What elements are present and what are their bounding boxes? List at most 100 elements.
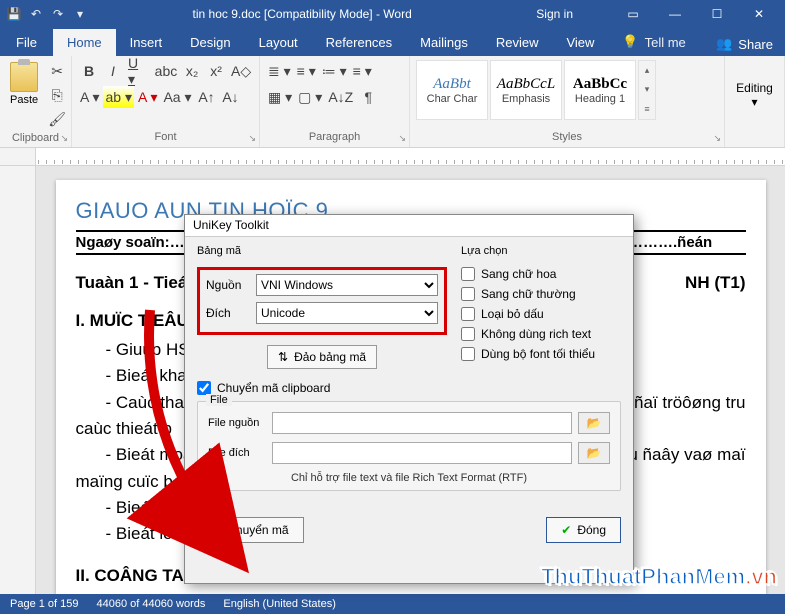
group-clipboard-label: Clipboard bbox=[12, 132, 59, 144]
redo-icon[interactable]: ↷ bbox=[50, 6, 66, 22]
italic-button[interactable]: I bbox=[102, 60, 124, 82]
nguon-select[interactable]: VNI Windows bbox=[256, 274, 438, 296]
font-color-button[interactable]: A ▾ bbox=[136, 86, 159, 108]
multilevel-button[interactable]: ≔ ▾ bbox=[320, 60, 349, 82]
swap-button[interactable]: ⇅ Đảo bảng mã bbox=[267, 345, 377, 369]
dich-select[interactable]: Unicode bbox=[256, 302, 438, 324]
play-icon: ▶ bbox=[212, 523, 221, 537]
status-words[interactable]: 44060 of 44060 words bbox=[97, 598, 206, 610]
undo-icon[interactable]: ↶ bbox=[28, 6, 44, 22]
tab-review[interactable]: Review bbox=[482, 29, 553, 56]
share-button[interactable]: 👥 Share bbox=[704, 32, 785, 56]
chk-no-richtext[interactable]: Không dùng rich text bbox=[461, 327, 621, 341]
bold-button[interactable]: B bbox=[78, 60, 100, 82]
copy-button[interactable]: ⎘ bbox=[46, 84, 68, 106]
clipboard-launcher-icon[interactable]: ↘ bbox=[60, 133, 68, 144]
paste-button[interactable]: Paste bbox=[6, 60, 42, 108]
underline-button[interactable]: U ▾ bbox=[126, 60, 151, 82]
superscript-button[interactable]: x² bbox=[205, 60, 227, 82]
title-bar: 💾 ↶ ↷ ▾ tin hoc 9.doc [Compatibility Mod… bbox=[0, 0, 785, 28]
status-language[interactable]: English (United States) bbox=[223, 598, 336, 610]
cut-button[interactable]: ✂ bbox=[46, 60, 68, 82]
status-page[interactable]: Page 1 of 159 bbox=[10, 598, 79, 610]
file-dst-input[interactable] bbox=[272, 442, 572, 464]
clear-formatting-button[interactable]: A◇ bbox=[229, 60, 253, 82]
font-launcher-icon[interactable]: ↘ bbox=[248, 133, 256, 144]
highlight-button[interactable]: ab ▾ bbox=[103, 86, 134, 108]
folder-icon: 📂 bbox=[587, 416, 602, 430]
tab-references[interactable]: References bbox=[312, 29, 406, 56]
sort-button[interactable]: A↓Z bbox=[326, 86, 355, 108]
borders-button[interactable]: ▢ ▾ bbox=[296, 86, 324, 108]
file-src-input[interactable] bbox=[272, 412, 572, 434]
sign-in-link[interactable]: Sign in bbox=[536, 7, 573, 21]
qat-customize-icon[interactable]: ▾ bbox=[72, 6, 88, 22]
clipboard-icon bbox=[10, 62, 38, 92]
styles-gallery: AaBbt Char Char AaBbCcL Emphasis AaBbCc … bbox=[416, 60, 656, 120]
chk-clipboard[interactable]: Chuyển mã clipboard bbox=[197, 381, 621, 395]
chk-remove-accent[interactable]: Loại bỏ dấu bbox=[461, 307, 621, 321]
folder-icon: 📂 bbox=[587, 446, 602, 460]
tab-view[interactable]: View bbox=[552, 29, 608, 56]
dich-label: Đích bbox=[206, 306, 256, 320]
tab-insert[interactable]: Insert bbox=[116, 29, 177, 56]
grow-font-button[interactable]: A↑ bbox=[196, 86, 218, 108]
text-effects-button[interactable]: A ▾ bbox=[78, 86, 101, 108]
tab-home[interactable]: Home bbox=[53, 29, 116, 56]
luachon-legend: Lựa chọn bbox=[461, 245, 621, 257]
bangma-legend: Bảng mã bbox=[197, 245, 447, 257]
styles-launcher-icon[interactable]: ↘ bbox=[713, 133, 721, 144]
close-window-button[interactable]: ✕ bbox=[739, 2, 779, 26]
file-note: Chỉ hỗ trợ file text và file Rich Text F… bbox=[208, 472, 610, 484]
minimize-button[interactable]: — bbox=[655, 2, 695, 26]
numbering-button[interactable]: ≡ ▾ bbox=[295, 60, 318, 82]
show-marks-button[interactable]: ¶ bbox=[357, 86, 379, 108]
file-dst-browse[interactable]: 📂 bbox=[578, 442, 610, 464]
styles-scroll-down[interactable]: ▾ bbox=[639, 80, 655, 99]
horizontal-ruler bbox=[0, 148, 785, 166]
group-styles-label: Styles bbox=[552, 131, 582, 143]
maximize-button[interactable]: ☐ bbox=[697, 2, 737, 26]
tab-file[interactable]: File bbox=[0, 29, 53, 56]
window-title: tin hoc 9.doc [Compatibility Mode] - Wor… bbox=[88, 7, 516, 21]
close-button[interactable]: ✔ Đóng bbox=[546, 517, 621, 543]
styles-scroll-up[interactable]: ▴ bbox=[639, 61, 655, 80]
tab-design[interactable]: Design bbox=[176, 29, 244, 56]
format-painter-button[interactable]: 🖌 bbox=[46, 108, 68, 130]
change-case-button[interactable]: Aa ▾ bbox=[161, 86, 193, 108]
styles-more[interactable]: ≡ bbox=[639, 100, 655, 119]
style-char-char[interactable]: AaBbt Char Char bbox=[416, 60, 488, 120]
shrink-font-button[interactable]: A↓ bbox=[220, 86, 242, 108]
align-button[interactable]: ≡ ▾ bbox=[351, 60, 374, 82]
group-font-label: Font bbox=[154, 131, 176, 143]
convert-button[interactable]: ▶ Chuyển mã bbox=[197, 517, 304, 543]
paragraph-launcher-icon[interactable]: ↘ bbox=[398, 133, 406, 144]
bullets-button[interactable]: ≣ ▾ bbox=[266, 60, 293, 82]
subscript-button[interactable]: x₂ bbox=[181, 60, 203, 82]
chk-lowercase[interactable]: Sang chữ thường bbox=[461, 287, 621, 301]
file-src-browse[interactable]: 📂 bbox=[578, 412, 610, 434]
style-emphasis[interactable]: AaBbCcL Emphasis bbox=[490, 60, 562, 120]
chk-uppercase[interactable]: Sang chữ hoa bbox=[461, 267, 621, 281]
check-icon: ✔ bbox=[561, 523, 571, 537]
style-heading1[interactable]: AaBbCc Heading 1 bbox=[564, 60, 636, 120]
save-icon[interactable]: 💾 bbox=[6, 6, 22, 22]
nguon-label: Nguồn bbox=[206, 278, 256, 292]
strikethrough-button[interactable]: abc bbox=[153, 60, 179, 82]
shading-button[interactable]: ▦ ▾ bbox=[266, 86, 294, 108]
group-paragraph-label: Paragraph bbox=[309, 131, 360, 143]
tab-mailings[interactable]: Mailings bbox=[406, 29, 482, 56]
file-dst-label: File đích bbox=[208, 447, 266, 459]
ribbon-options-icon[interactable]: ▭ bbox=[613, 2, 653, 26]
editing-menu[interactable]: Editing▾ bbox=[736, 81, 773, 109]
status-bar: Page 1 of 159 44060 of 44060 words Engli… bbox=[0, 594, 785, 614]
file-legend: File bbox=[206, 394, 232, 406]
ribbon-tabs: File Home Insert Design Layout Reference… bbox=[0, 28, 785, 56]
tell-me[interactable]: 💡 Tell me bbox=[608, 28, 699, 56]
tab-layout[interactable]: Layout bbox=[245, 29, 312, 56]
swap-icon: ⇅ bbox=[278, 350, 288, 364]
chk-min-font[interactable]: Dùng bộ font tối thiểu bbox=[461, 347, 621, 361]
file-src-label: File nguồn bbox=[208, 417, 266, 429]
highlight-box: Nguồn VNI Windows Đích Unicode bbox=[197, 267, 447, 335]
unikey-dialog: UniKey Toolkit Bảng mã Nguồn VNI Windows… bbox=[184, 214, 634, 584]
